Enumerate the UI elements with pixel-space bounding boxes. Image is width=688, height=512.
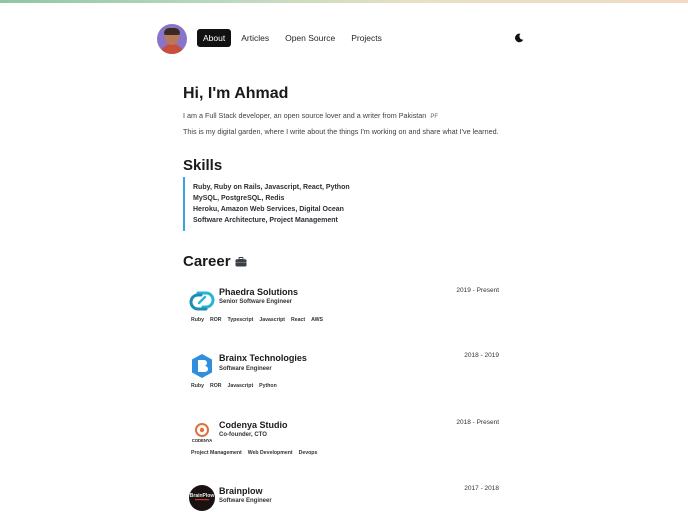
job-role: Software Engineer: [219, 366, 272, 372]
skills-line: Heroku, Amazon Web Services, Digital Oce…: [193, 206, 344, 213]
skills-line: Software Architecture, Project Managemen…: [193, 217, 338, 224]
job-entry: Brainx Technologies Software Engineer 20…: [183, 350, 499, 390]
nav-open-source[interactable]: Open Source: [279, 29, 341, 47]
moon-icon[interactable]: [514, 33, 524, 43]
brainplow-logo-icon: BrainPlow: [189, 485, 215, 511]
tag: Javascript: [259, 317, 286, 323]
job-entry: Phaedra Solutions Senior Software Engine…: [183, 284, 499, 324]
company-name: Phaedra Solutions: [219, 287, 299, 297]
top-gradient-bar: [0, 0, 688, 3]
job-role: Co-founder, CTO: [219, 432, 267, 438]
intro-line-2: This is my digital garden, where I write…: [183, 127, 499, 136]
codenya-logo-icon: CODENYA: [192, 423, 213, 443]
company-name: Brainx Technologies: [219, 353, 307, 363]
brainplow-logo-text: BrainPlow: [190, 493, 215, 499]
nav-about[interactable]: About: [197, 29, 232, 47]
tag: Ruby: [191, 317, 204, 323]
brainx-logo-icon: [192, 354, 212, 378]
intro-line-1: I am a Full Stack developer, an open sou…: [183, 111, 438, 120]
tag: ROR: [209, 317, 222, 323]
briefcase-icon: [235, 257, 247, 267]
company-name: Codenya Studio: [219, 420, 288, 430]
skills-list: Ruby, Ruby on Rails, Javascript, React, …: [183, 177, 383, 231]
skills-line: Ruby, Ruby on Rails, Javascript, React, …: [193, 184, 350, 191]
avatar[interactable]: [157, 24, 187, 54]
job-entry: BrainPlow Brainplow Software Engineer 20…: [183, 483, 499, 512]
job-role: Senior Software Engineer: [219, 299, 293, 305]
tag: Python: [259, 383, 277, 389]
job-dates: 2018 - 2019: [464, 352, 499, 359]
tag: Devops: [298, 450, 318, 456]
tag: Javascript: [227, 383, 254, 389]
nav-projects[interactable]: Projects: [345, 29, 388, 47]
nav-articles[interactable]: Articles: [235, 29, 275, 47]
job-tags: Project Management Web Development Devop…: [191, 450, 317, 456]
main-nav: About Articles Open Source Projects: [197, 29, 388, 47]
skills-heading: Skills: [183, 157, 223, 174]
intro-text: I am a Full Stack developer, an open sou…: [183, 111, 427, 120]
tag: React: [291, 317, 306, 323]
tag: Typescript: [227, 317, 254, 323]
job-dates: 2017 - 2018: [464, 485, 499, 492]
career-title-text: Career: [183, 253, 231, 270]
tag: Web Development: [247, 450, 293, 456]
company-name: Brainplow: [219, 486, 263, 496]
job-tags: Ruby ROR Typescript Javascript React AWS: [191, 317, 323, 323]
phaedra-logo-icon: [189, 291, 215, 311]
flag-icon: PF: [430, 114, 438, 120]
job-role: Software Engineer: [219, 498, 272, 504]
job-entry: CODENYA Codenya Studio Co-founder, CTO 2…: [183, 417, 499, 457]
job-dates: 2018 - Present: [456, 419, 499, 426]
job-tags: Ruby ROR Javascript Python: [191, 383, 277, 389]
career-heading: Career: [183, 253, 247, 270]
page-title: Hi, I'm Ahmad: [183, 85, 289, 102]
codenya-logo-text: CODENYA: [192, 438, 213, 443]
tag: Ruby: [191, 383, 204, 389]
tag: Project Management: [191, 450, 242, 456]
tag: ROR: [209, 383, 222, 389]
job-dates: 2019 - Present: [456, 287, 499, 294]
skills-line: MySQL, PostgreSQL, Redis: [193, 195, 285, 202]
tag: AWS: [311, 317, 323, 323]
